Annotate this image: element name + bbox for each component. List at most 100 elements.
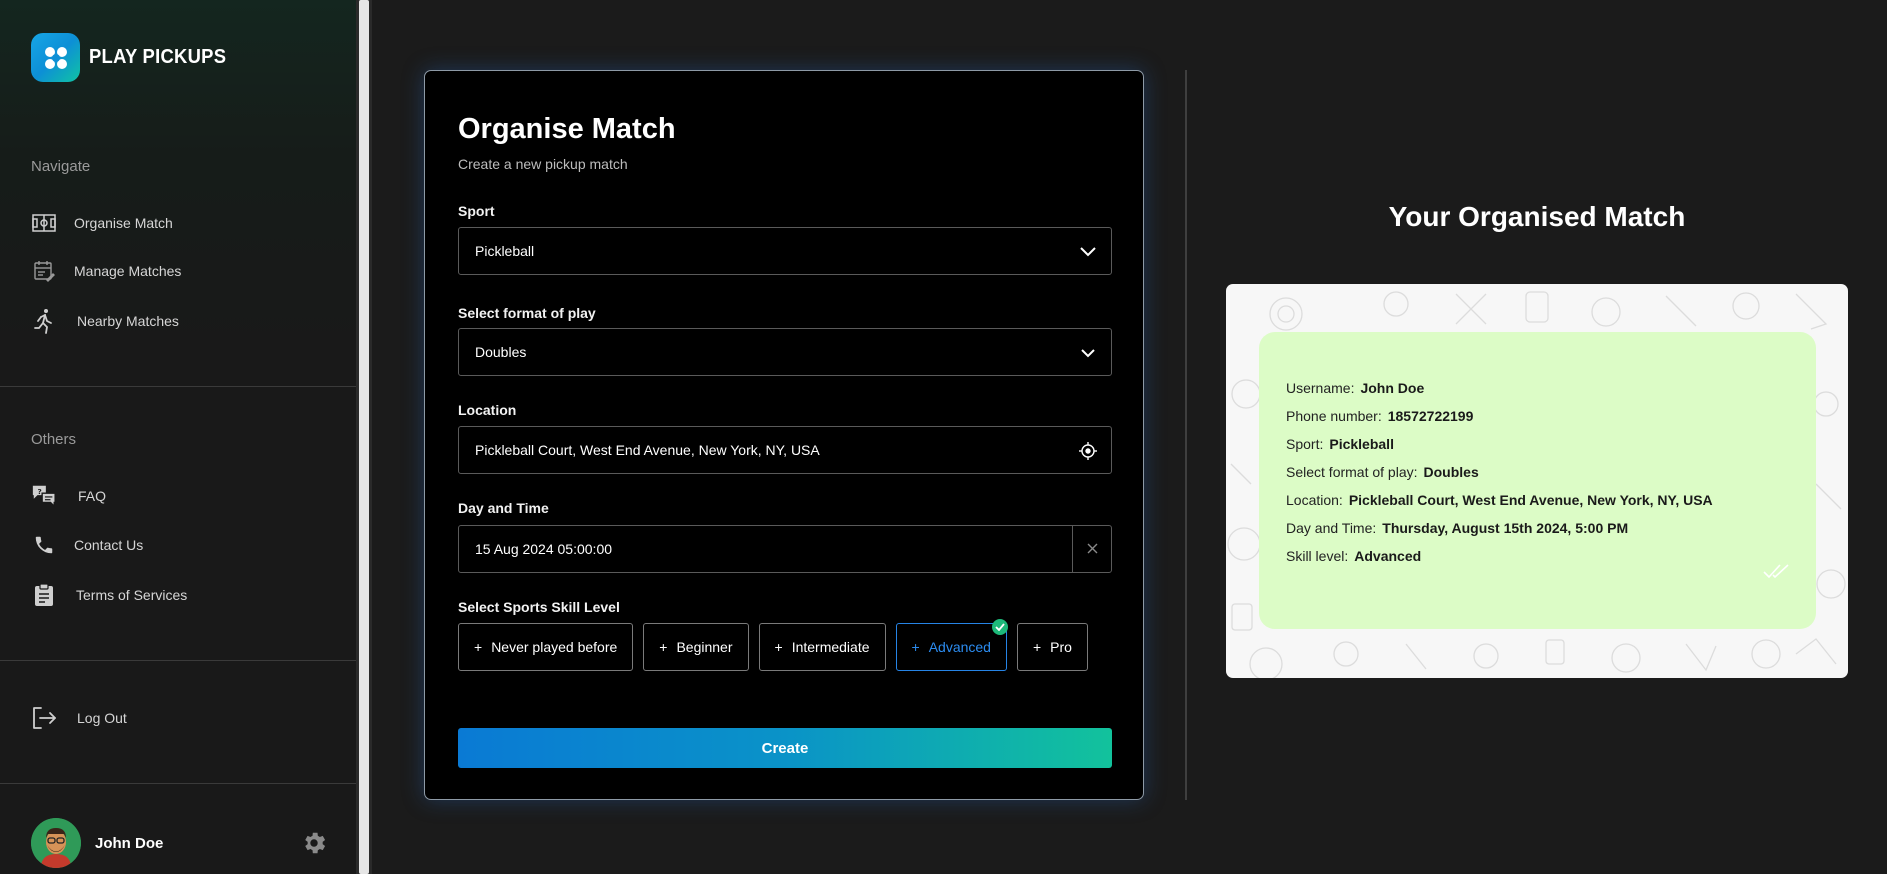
- info-key: Skill level:: [1286, 548, 1349, 564]
- user-profile[interactable]: John Doe: [31, 818, 163, 868]
- skill-option-label: Pro: [1050, 639, 1072, 655]
- sport-select-value: Pickleball: [475, 243, 535, 259]
- info-row-sport: Sport: Pickleball: [1286, 436, 1394, 452]
- info-key: Sport:: [1286, 436, 1324, 452]
- logout-button[interactable]: Log Out: [31, 703, 127, 733]
- sidebar-item-label: Organise Match: [74, 215, 173, 231]
- others-section-title: Others: [31, 431, 77, 448]
- info-row-skill: Skill level: Advanced: [1286, 548, 1421, 564]
- running-person-icon: [31, 308, 57, 334]
- clipboard-icon: [31, 582, 57, 608]
- sidebar-item-label: FAQ: [78, 488, 107, 504]
- logout-label: Log Out: [77, 710, 127, 726]
- skill-option-label: Advanced: [928, 639, 991, 655]
- sidebar: PLAY PICKUPS Navigate Organise Match Man…: [0, 0, 356, 874]
- skill-option-pro[interactable]: + Pro: [1016, 623, 1088, 671]
- sidebar-divider: [0, 660, 356, 661]
- sidebar-divider: [0, 386, 356, 387]
- skill-option-beginner[interactable]: + Beginner: [643, 623, 749, 671]
- sidebar-item-label: Contact Us: [74, 537, 144, 553]
- plus-icon: +: [911, 639, 920, 655]
- info-key: Username:: [1286, 380, 1355, 396]
- sidebar-item-organise-match[interactable]: Organise Match: [31, 208, 173, 238]
- sidebar-item-contact-us[interactable]: Contact Us: [31, 530, 143, 560]
- sport-select[interactable]: Pickleball: [458, 227, 1112, 275]
- plus-icon: +: [774, 639, 783, 655]
- info-value: Doubles: [1423, 464, 1479, 480]
- create-button[interactable]: Create: [458, 728, 1112, 768]
- organise-match-form: Organise Match Create a new pickup match…: [424, 70, 1144, 800]
- field-icon: [31, 210, 57, 236]
- skill-level-group: + Never played before + Beginner + Inter…: [458, 619, 1098, 671]
- datetime-input[interactable]: 15 Aug 2024 05:00:00: [458, 525, 1112, 573]
- format-select-value: Doubles: [475, 344, 527, 360]
- clear-datetime-button[interactable]: [1072, 526, 1111, 572]
- preview-title: Your Organised Match: [1388, 201, 1686, 232]
- info-key: Day and Time:: [1286, 520, 1377, 536]
- sidebar-item-nearby-matches[interactable]: Nearby Matches: [31, 306, 179, 336]
- vertical-divider: [1185, 70, 1187, 800]
- plus-icon: +: [474, 639, 483, 655]
- skill-option-label: Intermediate: [791, 639, 870, 655]
- plus-icon: +: [1032, 639, 1042, 655]
- sidebar-scrollbar[interactable]: [356, 0, 372, 874]
- match-preview-card: Username: John Doe Phone number: 185727221…: [1226, 284, 1848, 678]
- sidebar-item-faq[interactable]: ? FAQ: [31, 481, 106, 511]
- sidebar-item-manage-matches[interactable]: Manage Matches: [31, 256, 181, 286]
- logout-icon: [31, 705, 57, 731]
- location-input-value: Pickleball Court, West End Avenue, New Y…: [475, 442, 820, 458]
- datetime-label: Day and Time: [458, 500, 549, 516]
- sidebar-item-label: Manage Matches: [74, 263, 182, 279]
- skill-option-advanced[interactable]: + Advanced: [895, 619, 1008, 671]
- sport-label: Sport: [458, 203, 495, 219]
- chevron-down-icon: [1077, 342, 1099, 364]
- phone-icon: [31, 532, 57, 558]
- close-icon: [1087, 541, 1098, 557]
- location-label: Location: [458, 402, 517, 418]
- skill-option-label: Never played before: [491, 639, 618, 655]
- info-row-datetime: Day and Time: Thursday, August 15th 2024,…: [1286, 520, 1628, 536]
- info-value: John Doe: [1360, 380, 1425, 396]
- info-value: Pickleball: [1329, 436, 1394, 452]
- locate-icon[interactable]: [1077, 440, 1099, 462]
- location-input[interactable]: Pickleball Court, West End Avenue, New Y…: [458, 426, 1112, 474]
- brand[interactable]: PLAY PICKUPS: [31, 33, 238, 82]
- page-subtitle: Create a new pickup match: [458, 156, 628, 172]
- navigate-section-title: Navigate: [31, 158, 91, 175]
- calendar-edit-icon: [31, 258, 57, 284]
- skill-option-label: Beginner: [676, 639, 733, 655]
- skill-label: Select Sports Skill Level: [458, 599, 620, 615]
- chevron-down-icon: [1077, 241, 1099, 263]
- faq-chat-icon: ?: [31, 483, 57, 509]
- check-icon: [991, 619, 1008, 635]
- sidebar-item-label: Nearby Matches: [77, 313, 179, 329]
- info-value: Advanced: [1354, 548, 1422, 564]
- info-key: Location:: [1286, 492, 1343, 508]
- format-label: Select format of play: [458, 305, 596, 321]
- info-value: Thursday, August 15th 2024, 5:00 PM: [1382, 520, 1629, 536]
- sidebar-divider: [0, 783, 356, 784]
- brand-name: PLAY PICKUPS: [89, 46, 227, 68]
- info-value: Pickleball Court, West End Avenue, New Y…: [1348, 492, 1713, 508]
- skill-option-never-played[interactable]: + Never played before: [458, 623, 634, 671]
- svg-text:?: ?: [38, 487, 42, 496]
- chat-bubble: Username: John Doe Phone number: 185727221…: [1259, 332, 1816, 629]
- info-row-location: Location: Pickleball Court, West End Aven…: [1286, 492, 1713, 508]
- info-row-format: Select format of play: Doubles: [1286, 464, 1479, 480]
- scrollbar-thumb[interactable]: [359, 0, 369, 874]
- info-key: Select format of play:: [1286, 464, 1418, 480]
- datetime-input-value: 15 Aug 2024 05:00:00: [475, 541, 613, 557]
- plus-icon: +: [659, 639, 668, 655]
- skill-option-intermediate[interactable]: + Intermediate: [758, 623, 886, 671]
- gear-icon[interactable]: [300, 829, 328, 857]
- double-check-icon: [1762, 562, 1792, 585]
- sidebar-item-label: Terms of Services: [76, 587, 188, 603]
- info-value: 18572722199: [1387, 408, 1474, 424]
- info-row-phone: Phone number: 18572722199: [1286, 408, 1473, 424]
- info-key: Phone number:: [1286, 408, 1382, 424]
- user-name: John Doe: [95, 834, 164, 852]
- page-title: Organise Match: [458, 113, 676, 145]
- sidebar-item-terms-of-services[interactable]: Terms of Services: [31, 580, 187, 610]
- avatar: [31, 818, 81, 868]
- format-select[interactable]: Doubles: [458, 328, 1112, 376]
